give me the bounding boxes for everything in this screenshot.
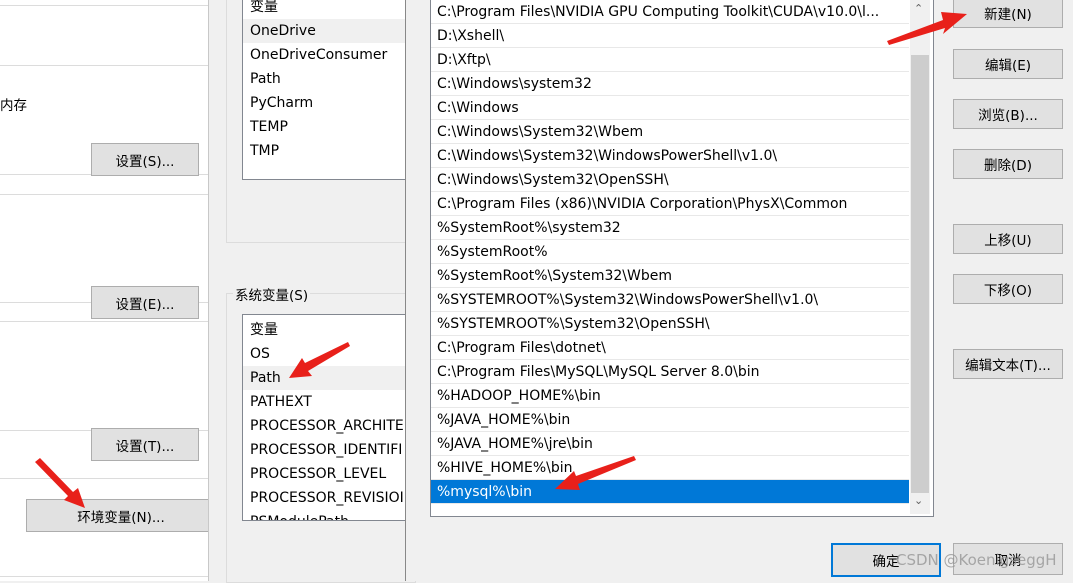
arrow-icon <box>555 456 636 490</box>
annotation-arrows <box>35 12 967 508</box>
arrow-icon <box>887 12 967 45</box>
arrow-icon <box>35 458 85 508</box>
arrow-icon <box>289 342 350 378</box>
